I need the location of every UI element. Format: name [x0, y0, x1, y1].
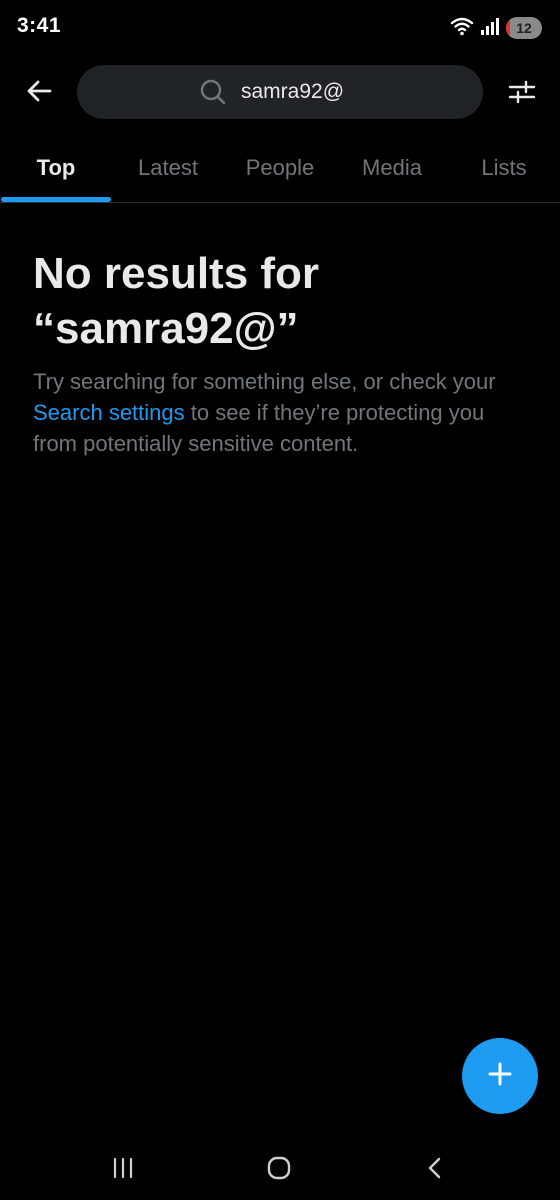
search-tabs: Top Latest People Media Lists [0, 140, 560, 203]
tab-label: Latest [138, 155, 198, 180]
system-nav-bar [0, 1136, 560, 1200]
back-button[interactable] [18, 72, 60, 114]
wifi-icon [450, 16, 474, 41]
nav-back-button[interactable] [415, 1150, 455, 1190]
tab-latest[interactable]: Latest [112, 140, 224, 202]
status-icons: 12 [450, 16, 542, 40]
search-input[interactable] [241, 80, 361, 104]
tab-label: People [245, 155, 315, 180]
search-box[interactable] [77, 65, 483, 119]
home-button[interactable] [259, 1150, 299, 1190]
search-settings-link[interactable]: Search settings [33, 400, 185, 425]
signal-icon [480, 16, 500, 41]
sliders-icon [508, 78, 536, 111]
battery-level-fill [506, 17, 511, 39]
active-tab-indicator [1, 197, 111, 202]
compose-button[interactable] [462, 1038, 538, 1114]
tab-top[interactable]: Top [0, 140, 112, 202]
recent-apps-button[interactable] [103, 1150, 143, 1190]
battery-level: 12 [516, 20, 532, 36]
search-icon [199, 78, 227, 106]
empty-state-title: No results for “samra92@” [33, 249, 320, 353]
tab-media[interactable]: Media [336, 140, 448, 202]
empty-state-text: Try searching for something else, or che… [33, 369, 496, 394]
status-bar: 3:41 12 [0, 0, 560, 56]
home-icon [266, 1155, 292, 1186]
status-time: 3:41 [17, 14, 62, 37]
plus-icon [487, 1061, 513, 1092]
tab-label: Lists [481, 155, 527, 180]
search-filter-button[interactable] [500, 72, 544, 116]
battery-icon: 12 [506, 17, 542, 39]
empty-state-message: Try searching for something else, or che… [33, 366, 533, 459]
tab-label: Top [36, 155, 76, 180]
arrow-left-icon [25, 77, 53, 110]
recent-apps-icon [111, 1157, 135, 1184]
tab-lists[interactable]: Lists [448, 140, 560, 202]
tab-label: Media [362, 155, 422, 180]
tab-people[interactable]: People [224, 140, 336, 202]
back-icon [424, 1156, 446, 1185]
